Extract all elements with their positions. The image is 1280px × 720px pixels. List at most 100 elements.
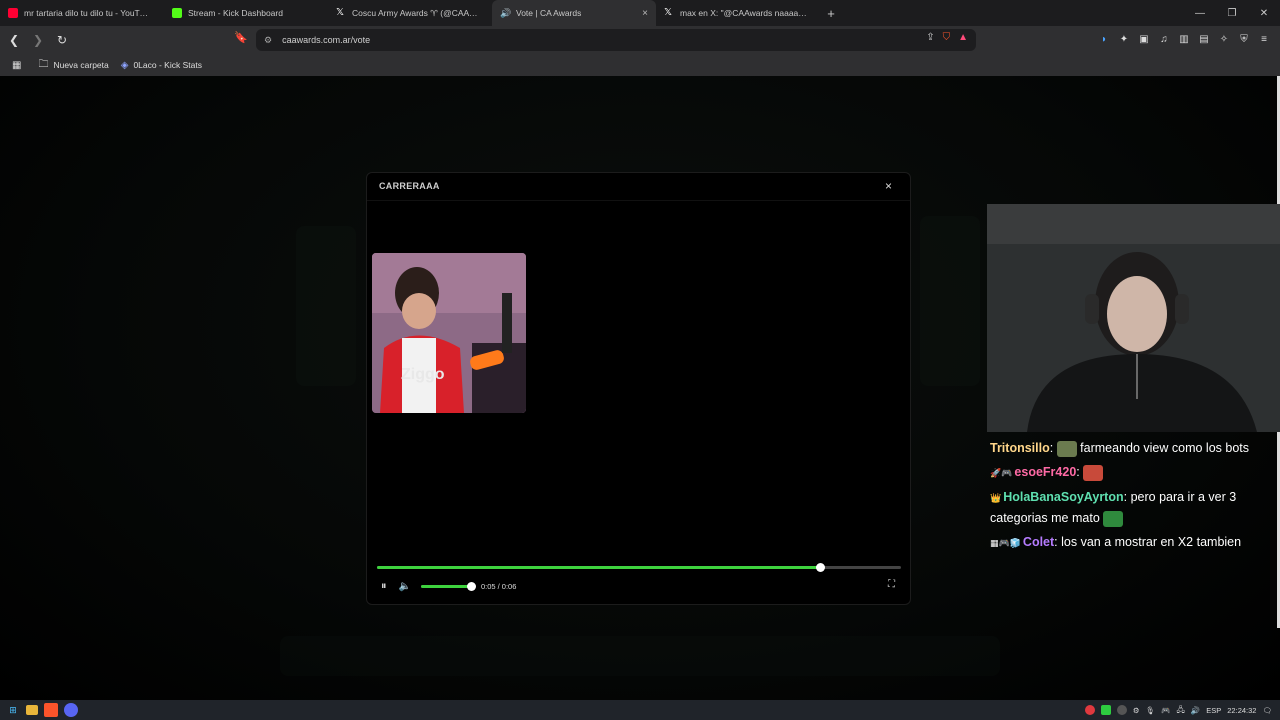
menu-icon[interactable]: ≡ bbox=[1258, 33, 1270, 45]
sidebar-icon[interactable]: ▥ bbox=[1178, 33, 1190, 45]
windows-start-icon[interactable]: ⊞ bbox=[6, 703, 20, 717]
folder-icon: 🗀 bbox=[38, 58, 49, 70]
x-logo-icon: 𝕏 bbox=[336, 7, 345, 18]
volume-icon[interactable]: 🔈 bbox=[399, 581, 411, 592]
bookmark-icon[interactable]: 🔖 bbox=[234, 31, 248, 44]
reload-icon[interactable]: ↻ bbox=[52, 30, 72, 50]
kick-icon bbox=[172, 8, 182, 18]
tab-kick-dashboard[interactable]: Stream - Kick Dashboard bbox=[164, 0, 328, 26]
fullscreen-icon[interactable]: ⛶ bbox=[888, 579, 895, 590]
emote-icon bbox=[1056, 440, 1077, 457]
background-card bbox=[280, 636, 1000, 676]
tray-app-icon[interactable] bbox=[1100, 705, 1111, 715]
chat-message: ▦🎮🧊 Colet: los van a mostrar en X2 tambie… bbox=[990, 535, 1242, 549]
bookmark-label: 0Laco - Kick Stats bbox=[133, 60, 202, 70]
modal-title: CARRERAAA bbox=[379, 181, 440, 191]
file-explorer-icon[interactable] bbox=[26, 705, 38, 715]
stats-icon: ◈ bbox=[120, 59, 129, 71]
back-icon[interactable]: ❮ bbox=[4, 30, 24, 50]
audio-icon[interactable]: ◗ bbox=[1098, 33, 1110, 45]
emote-icon bbox=[1103, 510, 1124, 527]
tab-title: Vote | CA Awards bbox=[516, 8, 582, 18]
background-card bbox=[296, 226, 356, 386]
seek-bar[interactable] bbox=[377, 563, 901, 572]
navigation-bar: ❮ ❯ ↻ 🔖 ⚙ caawards.com.ar/vote ⇪ ⛉ ▲ ◗ ✦… bbox=[0, 26, 1280, 54]
tray-app-icon[interactable] bbox=[1116, 705, 1127, 715]
bookmark-kick-stats[interactable]: ◈ 0Laco - Kick Stats bbox=[121, 60, 202, 71]
chat-message: Tritonsillo: farmeando view como los bot… bbox=[990, 440, 1250, 457]
chat-badges: 🚀🎮 bbox=[990, 468, 1013, 478]
bookmark-label: Nueva carpeta bbox=[53, 60, 109, 70]
tab-x-max[interactable]: 𝕏 max en X: "@CAAwards naaaaa wach bbox=[656, 0, 820, 26]
tab-strip: mr tartaria dilo tu dilo tu - YouTube St… bbox=[0, 0, 1280, 26]
chat-message: 🚀🎮 esoeFr420: bbox=[990, 460, 1278, 485]
video-frame[interactable]: Ziggo bbox=[372, 253, 526, 413]
tab-title: mr tartaria dilo tu dilo tu - YouTube bbox=[24, 8, 152, 18]
address-bar[interactable]: ⚙ caawards.com.ar/vote ⇪ ⛉ ▲ bbox=[256, 29, 976, 51]
volume-fill bbox=[420, 584, 471, 588]
microphone-icon[interactable]: 🎙 bbox=[1146, 706, 1156, 715]
chat-badges: 👑 bbox=[990, 493, 1002, 503]
youtube-icon bbox=[8, 8, 18, 18]
share-icon[interactable]: ⇪ bbox=[926, 32, 934, 43]
tab-close-icon[interactable]: × bbox=[642, 8, 648, 19]
network-icon[interactable]: 🖧 bbox=[1177, 704, 1185, 717]
steam-icon[interactable]: ⚙ bbox=[1133, 706, 1140, 715]
vpn-icon[interactable]: ⛨ bbox=[1238, 33, 1250, 45]
tab-x-coscu[interactable]: 𝕏 Coscu Army Awards ♈ (@CAAwards bbox=[328, 0, 492, 26]
tab-youtube[interactable]: mr tartaria dilo tu dilo tu - YouTube bbox=[0, 0, 164, 26]
chat-message: 👑 HolaBanaSoyAyrton: pero para ir a ver 3… bbox=[990, 490, 1237, 527]
window-controls: — ❐ ✕ bbox=[1184, 0, 1280, 26]
new-tab-button[interactable]: + bbox=[820, 6, 842, 21]
brave-browser-icon[interactable] bbox=[44, 703, 58, 717]
apps-grid-icon[interactable]: ▦ bbox=[12, 60, 26, 71]
brave-shield-icon[interactable]: ⛉ bbox=[943, 32, 951, 43]
notifications-icon[interactable]: 🗨 bbox=[1262, 706, 1272, 715]
bookmark-folder[interactable]: 🗀 Nueva carpeta bbox=[38, 57, 108, 74]
discord-icon[interactable] bbox=[64, 703, 78, 717]
chat-username: Tritonsillo bbox=[990, 441, 1050, 455]
chat-text: farmeando view como los bots bbox=[1080, 441, 1250, 455]
chat-username: esoeFr420 bbox=[1014, 465, 1077, 479]
tray-app-icon[interactable] bbox=[1084, 705, 1095, 715]
webcam-overlay bbox=[987, 204, 1280, 432]
speaker-icon: 🔊 bbox=[500, 8, 512, 18]
tab-title: Coscu Army Awards ♈ (@CAAwards bbox=[352, 7, 480, 18]
emote-icon bbox=[1083, 464, 1104, 481]
bookmarks-bar: ▦ 🗀 Nueva carpeta ◈ 0Laco - Kick Stats bbox=[0, 54, 1280, 76]
volume-handle[interactable] bbox=[466, 581, 476, 591]
chat-username: Colet bbox=[1022, 535, 1055, 549]
seek-bar-fill bbox=[377, 566, 821, 569]
os-taskbar: ⊞ ⚙ 🎙 🎮 🖧 🔊 ESP 22:24:32 🗨 bbox=[0, 700, 1280, 720]
chat-text: los van a mostrar en X2 tambien bbox=[1061, 535, 1242, 549]
divider bbox=[367, 200, 910, 201]
forward-icon[interactable]: ❯ bbox=[28, 30, 48, 50]
tab-title: max en X: "@CAAwards naaaaa wach bbox=[680, 8, 808, 18]
wallet-icon[interactable]: ▤ bbox=[1198, 33, 1210, 45]
volume-slider[interactable] bbox=[420, 581, 476, 591]
brave-rewards-icon[interactable]: ▲ bbox=[958, 32, 968, 43]
language-indicator[interactable]: ESP bbox=[1206, 706, 1221, 715]
time-display: 0:05 / 0:06 bbox=[480, 581, 517, 591]
site-info-icon[interactable]: ⚙ bbox=[264, 35, 272, 46]
controller-icon[interactable]: 🎮 bbox=[1161, 706, 1170, 715]
clock[interactable]: 22:24:32 bbox=[1227, 706, 1256, 715]
seek-handle[interactable] bbox=[816, 563, 826, 572]
pause-icon[interactable]: ⏸ bbox=[381, 580, 387, 593]
close-icon[interactable]: × bbox=[885, 179, 892, 193]
x-logo-icon: 𝕏 bbox=[664, 7, 673, 18]
minimize-icon[interactable]: — bbox=[1184, 0, 1216, 26]
chat-overlay: Tritonsillo: farmeando view como los bot… bbox=[990, 436, 1278, 555]
url-text[interactable]: caawards.com.ar/vote bbox=[282, 35, 370, 45]
tab-vote-caawards[interactable]: 🔊 Vote | CA Awards × bbox=[492, 0, 656, 26]
screenshot-icon[interactable]: ▣ bbox=[1138, 33, 1150, 45]
tab-title: Stream - Kick Dashboard bbox=[188, 8, 283, 18]
speaker-icon[interactable]: 🔊 bbox=[1191, 706, 1200, 715]
video-modal: CARRERAAA × Ziggo ⏸ 🔈 0:05 / 0:06 ⛶ bbox=[366, 172, 911, 605]
leo-ai-icon[interactable]: ✧ bbox=[1218, 33, 1230, 45]
player-controls: ⏸ 🔈 0:05 / 0:06 ⛶ bbox=[381, 579, 901, 593]
restore-icon[interactable]: ❐ bbox=[1216, 0, 1248, 26]
music-icon[interactable]: ♫ bbox=[1158, 33, 1170, 45]
close-window-icon[interactable]: ✕ bbox=[1248, 0, 1280, 26]
extensions-icon[interactable]: ✦ bbox=[1118, 33, 1130, 45]
